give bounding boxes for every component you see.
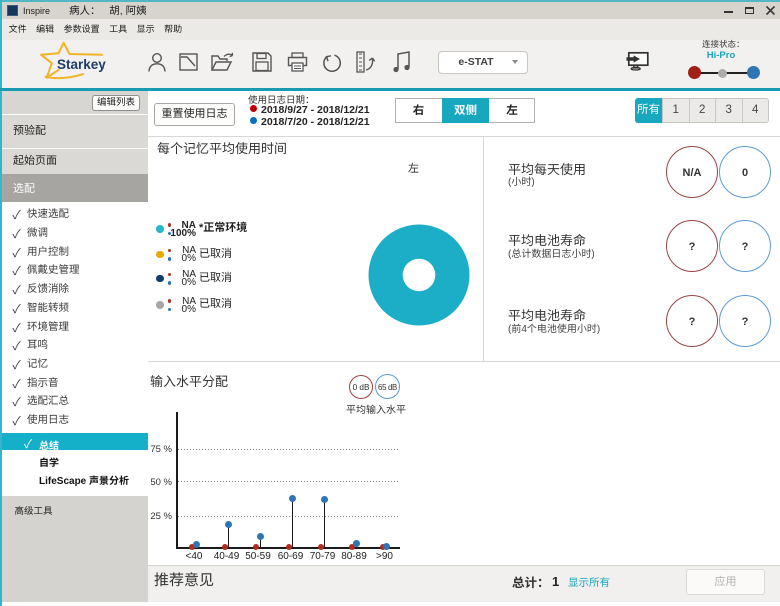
svg-text:Starkey: Starkey <box>57 57 106 72</box>
